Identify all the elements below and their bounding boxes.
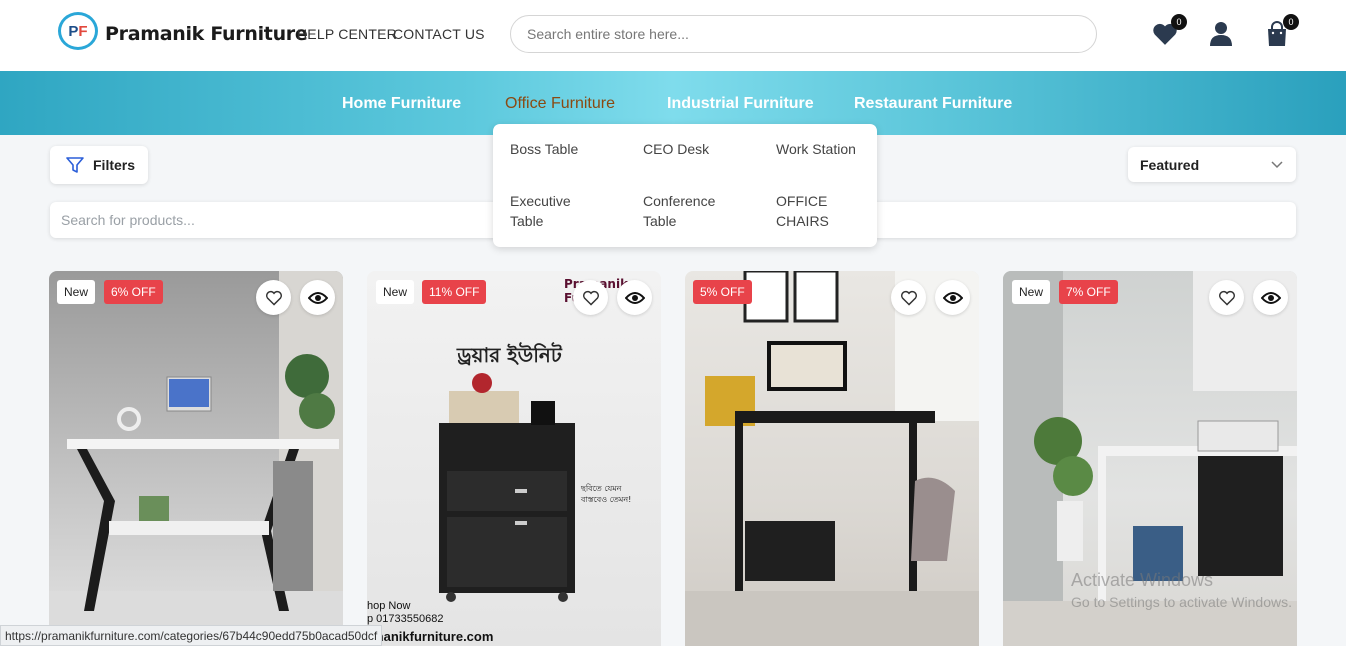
heart-outline-icon [900,290,917,306]
image-phone-text: p 01733550682 [367,613,444,625]
image-site-text: rmanikfurniture.com [367,629,494,644]
office-furniture-dropdown: Boss Table CEO Desk Work Station Executi… [493,124,877,247]
nav-restaurant-furniture[interactable]: Restaurant Furniture [854,95,1012,113]
store-search-input[interactable] [510,15,1097,53]
add-to-wishlist-button[interactable] [1209,280,1244,315]
image-note-line2: বাস্তবেও তেমন! [581,495,632,504]
product-card[interactable]: New 6% OFF [49,271,343,646]
chevron-down-icon [1271,160,1283,168]
product-card[interactable]: Pramanik Furnit ড্রয়ার ইউনিট ছবিতে যেমন… [367,271,661,646]
help-center-link[interactable]: HELP CENTER [297,26,397,42]
quick-view-button[interactable] [300,280,335,315]
brand-logo[interactable]: PF [58,12,98,50]
product-card[interactable]: 5% OFF [685,271,979,646]
eye-icon [307,291,328,304]
filter-icon [66,157,84,173]
discount-badge: 5% OFF [693,280,752,304]
new-badge: New [376,280,415,304]
eye-icon [942,291,963,304]
filters-label: Filters [93,157,136,173]
heart-outline-icon [1218,290,1235,306]
nav-home-furniture[interactable]: Home Furniture [342,95,461,113]
cart-button[interactable]: 0 [1263,14,1299,48]
add-to-wishlist-button[interactable] [256,280,291,315]
dropdown-item-conference-table[interactable]: Conference Table [643,191,723,231]
new-badge: New [57,280,96,304]
dropdown-item-work-station[interactable]: Work Station [776,139,866,159]
discount-badge: 6% OFF [104,280,163,304]
discount-badge: 11% OFF [422,280,487,304]
product-image [685,271,979,646]
quick-view-button[interactable] [617,280,652,315]
product-image [439,373,575,602]
add-to-wishlist-button[interactable] [573,280,608,315]
nav-office-furniture[interactable]: Office Furniture [505,95,615,113]
user-icon [1210,22,1232,46]
top-header: PF Pramanik Furniture HELP CENTER CONTAC… [0,0,1346,71]
eye-icon [624,291,645,304]
quick-view-button[interactable] [1253,280,1288,315]
dropdown-item-ceo-desk[interactable]: CEO Desk [643,139,733,159]
image-title-text: ড্রয়ার ইউনিট [457,343,562,367]
discount-badge: 7% OFF [1059,280,1118,304]
add-to-wishlist-button[interactable] [891,280,926,315]
nav-industrial-furniture[interactable]: Industrial Furniture [667,95,814,113]
sort-value: Featured [1140,156,1200,173]
product-search-placeholder: Search for products... [61,212,195,228]
dropdown-item-office-chairs[interactable]: OFFICE CHAIRS [776,191,836,231]
heart-outline-icon [582,290,599,306]
dropdown-item-executive-table[interactable]: Executive Table [510,191,580,231]
image-shop-text: hop Now [367,600,411,612]
product-image [49,271,343,646]
filters-button[interactable]: Filters [50,146,148,184]
wishlist-count-badge: 0 [1171,14,1187,30]
heart-outline-icon [265,290,282,306]
wishlist-button[interactable]: 0 [1151,14,1187,48]
sort-select[interactable]: Featured [1128,147,1296,182]
link-status-bar: https://pramanikfurniture.com/categories… [0,625,383,646]
activate-windows-subtitle: Go to Settings to activate Windows. [1071,594,1292,610]
contact-us-link[interactable]: CONTACT US [393,26,485,42]
cart-count-badge: 0 [1283,14,1299,30]
brand-name[interactable]: Pramanik Furniture [105,23,308,45]
eye-icon [1260,291,1281,304]
dropdown-item-boss-table[interactable]: Boss Table [510,139,600,159]
quick-view-button[interactable] [935,280,970,315]
account-button[interactable] [1207,20,1235,48]
activate-windows-title: Activate Windows [1071,570,1214,590]
new-badge: New [1012,280,1051,304]
